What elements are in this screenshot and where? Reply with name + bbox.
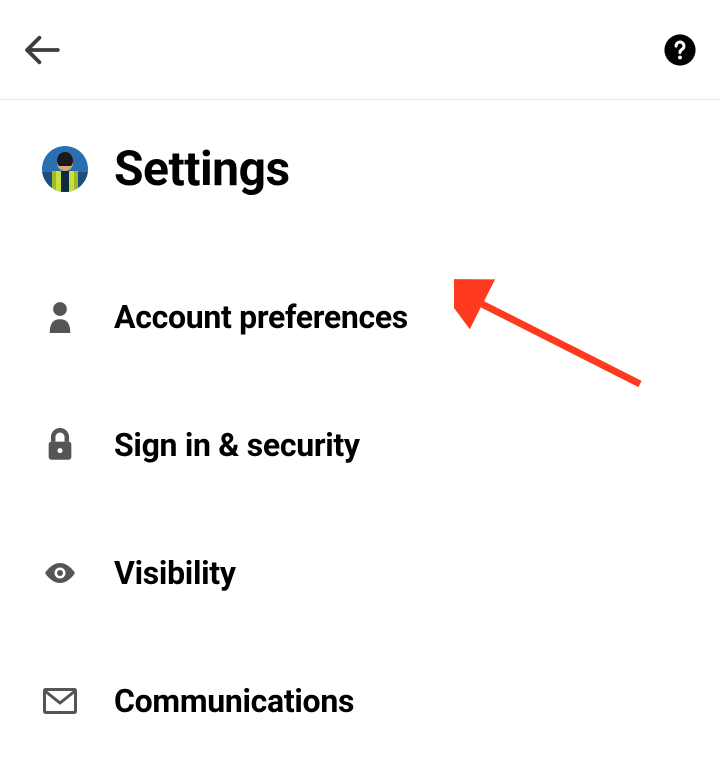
menu-label: Account preferences (114, 298, 408, 336)
menu-item-communications[interactable]: Communications (42, 651, 678, 751)
menu-item-visibility[interactable]: Visibility (42, 523, 678, 623)
back-button[interactable] (20, 28, 64, 72)
menu-label: Communications (114, 682, 354, 720)
menu-item-sign-in-security[interactable]: Sign in & security (42, 395, 678, 495)
page-title: Settings (114, 140, 290, 197)
menu-label: Visibility (114, 554, 236, 592)
menu-item-account-preferences[interactable]: Account preferences (42, 267, 678, 367)
topbar (0, 0, 720, 100)
lock-icon (42, 428, 78, 462)
help-icon (663, 33, 697, 67)
help-button[interactable] (662, 32, 698, 68)
title-row: Settings (42, 140, 678, 197)
eye-icon (42, 561, 78, 585)
content: Settings Account preferences Sign in & s… (0, 100, 720, 751)
avatar[interactable] (42, 146, 88, 192)
person-icon (42, 301, 78, 333)
arrow-left-icon (21, 29, 63, 71)
menu-label: Sign in & security (114, 426, 360, 464)
mail-icon (42, 688, 78, 714)
